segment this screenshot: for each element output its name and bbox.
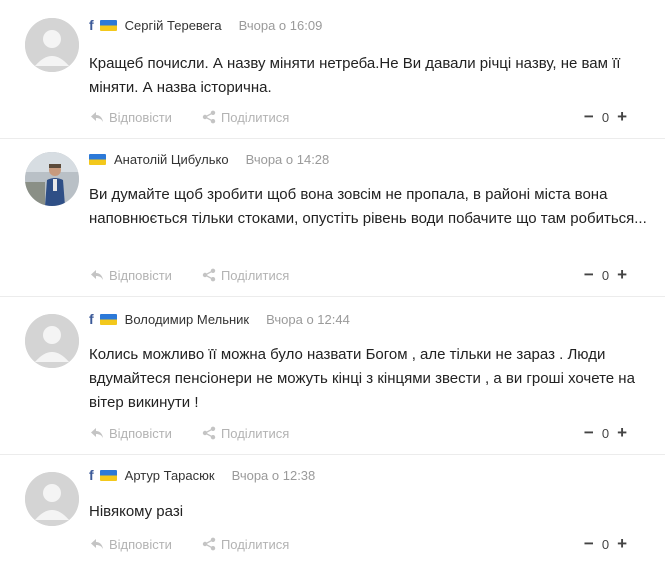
comment-text: Нівякому разі [89, 503, 184, 520]
share-icon [202, 426, 216, 440]
comment-meta: f Володимир Мельник Вчора о 12:44 [89, 311, 350, 327]
share-label: Поділитися [220, 267, 290, 283]
downvote-button[interactable]: − [584, 108, 594, 125]
default-user-icon [25, 472, 79, 526]
facebook-icon[interactable]: f [89, 311, 94, 327]
reply-arrow-icon [91, 539, 103, 549]
reply-label: Відповісти [109, 425, 172, 441]
upvote-button[interactable]: + [617, 266, 627, 283]
comment-author[interactable]: Анатолій Цибулько [114, 152, 229, 167]
ukraine-flag-icon [89, 153, 106, 165]
share-button[interactable]: Поділитися [202, 268, 289, 283]
share-icon [202, 110, 216, 124]
comment-actions: Відповісти Поділитися − 0 + [90, 108, 627, 126]
reply-arrow-icon [91, 428, 103, 438]
comment-meta: f Артур Тарасюк Вчора о 12:38 [89, 467, 315, 483]
comment-time[interactable]: Вчора о 14:28 [246, 152, 330, 167]
vote-score: 0 [601, 425, 610, 441]
reply-button[interactable]: Відповісти [90, 110, 172, 125]
default-user-icon [25, 314, 79, 368]
upvote-button[interactable]: + [617, 535, 627, 552]
reply-button[interactable]: Відповісти [90, 426, 172, 441]
reply-arrow-icon [91, 270, 103, 280]
reply-label: Відповісти [109, 536, 172, 552]
comment-time[interactable]: Вчора о 16:09 [239, 18, 323, 33]
reply-arrow-icon [91, 112, 103, 122]
user-photo-icon [25, 152, 79, 206]
vote-controls: − 0 + [584, 535, 627, 552]
comment-author[interactable]: Володимир Мельник [125, 312, 249, 327]
ukraine-flag-icon [99, 19, 117, 31]
comment-actions: Відповісти Поділитися − 0 + [90, 535, 627, 553]
ukraine-flag-icon [99, 313, 117, 325]
share-icon [202, 268, 216, 282]
avatar-placeholder[interactable] [25, 472, 79, 526]
avatar-placeholder[interactable] [25, 18, 79, 72]
comment-divider [0, 296, 665, 297]
share-label: Поділитися [220, 425, 290, 441]
comment-meta: Анатолій Цибулько Вчора о 14:28 [89, 151, 329, 167]
avatar-photo[interactable] [25, 152, 79, 206]
vote-score: 0 [601, 109, 610, 125]
facebook-icon[interactable]: f [89, 467, 94, 483]
comment-author[interactable]: Сергій Теревега [125, 18, 222, 33]
comment-text: Колись можливо її можна було назвати Бог… [89, 346, 635, 411]
comment-time[interactable]: Вчора о 12:38 [232, 468, 316, 483]
reply-label: Відповісти [109, 267, 172, 283]
comment-divider [0, 454, 665, 455]
comment-divider [0, 138, 665, 139]
vote-score: 0 [601, 536, 610, 552]
share-label: Поділитися [220, 536, 290, 552]
upvote-button[interactable]: + [617, 424, 627, 441]
vote-score: 0 [601, 267, 610, 283]
comment-actions: Відповісти Поділитися − 0 + [90, 266, 627, 284]
share-button[interactable]: Поділитися [202, 426, 289, 441]
comment-text: Ви думайте щоб зробити щоб вона зовсім н… [89, 186, 647, 227]
comment-text: Кращеб почисли. А назву міняти нетреба.Н… [89, 55, 621, 96]
share-label: Поділитися [220, 109, 290, 125]
vote-controls: − 0 + [584, 266, 627, 283]
reply-button[interactable]: Відповісти [90, 268, 172, 283]
default-user-icon [25, 18, 79, 72]
comment-author[interactable]: Артур Тарасюк [125, 468, 215, 483]
vote-controls: − 0 + [584, 424, 627, 441]
vote-controls: − 0 + [584, 108, 627, 125]
comments-list: f Сергій Теревега Вчора о 16:09 Кращеб п… [0, 0, 665, 569]
share-icon [202, 537, 216, 551]
ukraine-flag-icon [99, 469, 117, 481]
share-button[interactable]: Поділитися [202, 537, 289, 552]
reply-button[interactable]: Відповісти [90, 537, 172, 552]
comment-time[interactable]: Вчора о 12:44 [266, 312, 350, 327]
share-button[interactable]: Поділитися [202, 110, 289, 125]
downvote-button[interactable]: − [584, 266, 594, 283]
upvote-button[interactable]: + [617, 108, 627, 125]
downvote-button[interactable]: − [584, 535, 594, 552]
comment-actions: Відповісти Поділитися − 0 + [90, 424, 627, 442]
comment-meta: f Сергій Теревега Вчора о 16:09 [89, 17, 322, 33]
downvote-button[interactable]: − [584, 424, 594, 441]
facebook-icon[interactable]: f [89, 17, 94, 33]
avatar-placeholder[interactable] [25, 314, 79, 368]
reply-label: Відповісти [109, 109, 172, 125]
